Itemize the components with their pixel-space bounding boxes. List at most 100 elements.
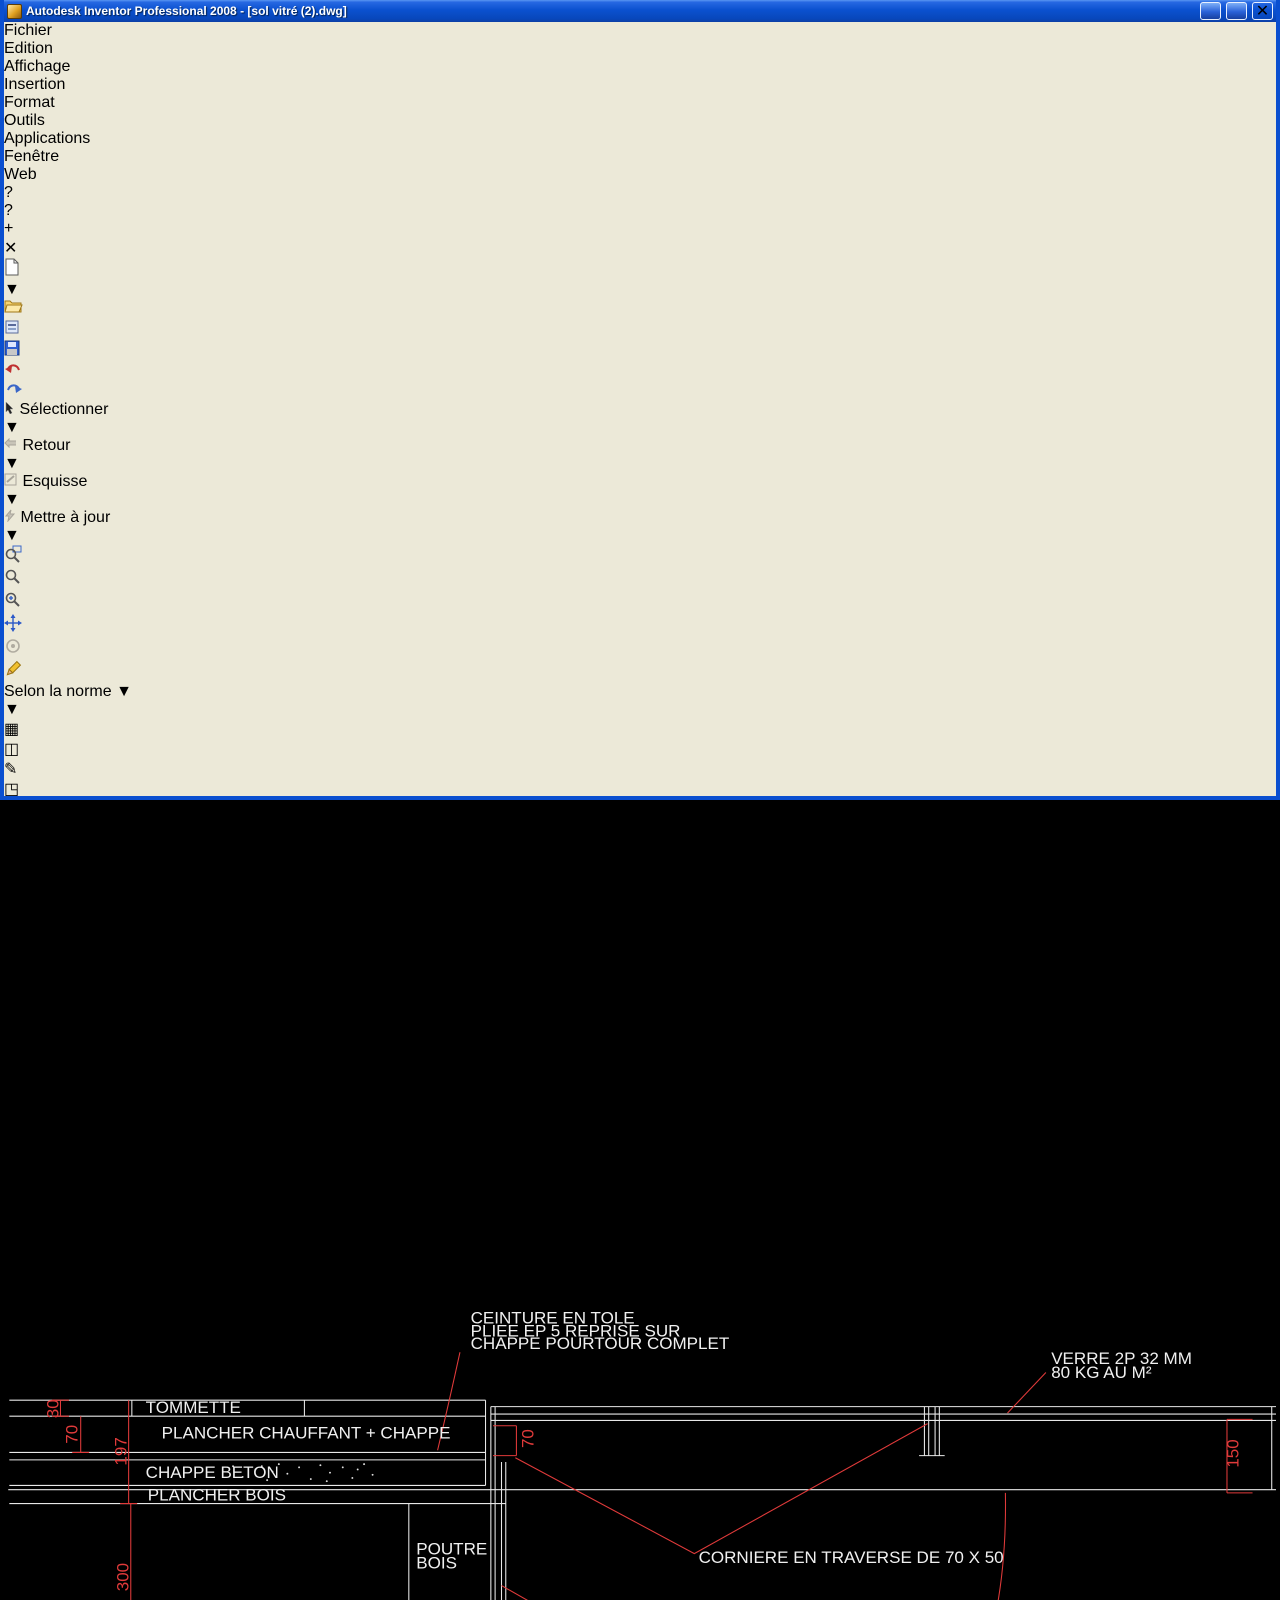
browser-help-button[interactable]: ?: [4, 997, 1276, 1015]
note-poutre-line2: BOIS: [416, 1554, 457, 1573]
title-bar: Autodesk Inventor Professional 2008 - [s…: [4, 0, 1276, 22]
note-verre-line2: 80 KG AU M²: [1051, 1363, 1152, 1382]
note-chappe-beton: CHAPPE BETON: [146, 1463, 279, 1482]
open-button[interactable]: [4, 299, 1276, 319]
drawing-canvas[interactable]: CEINTURE EN TOLE PLIEE EP 5 REPRISE SUR …: [4, 1087, 1280, 1600]
application-window: Autodesk Inventor Professional 2008 - [s…: [0, 0, 1280, 1600]
open-from-vault-button[interactable]: [4, 319, 1276, 340]
secondary-combobox-dropdown: ▼: [4, 701, 20, 718]
note-ceinture-line3: CHAPPE POURTOUR COMPLET: [471, 1334, 730, 1353]
dim-70-gauche: 70: [63, 1425, 82, 1444]
menu-insertion[interactable]: Insertion: [4, 76, 1276, 94]
update-label: Mettre à jour: [20, 509, 111, 526]
scroll-left-button[interactable]: ◄: [4, 1051, 1276, 1069]
browser-filter-button[interactable]: ▼: [4, 979, 1276, 997]
sketch-button: Esquisse: [4, 473, 1276, 491]
insert-view-icon: ◳: [4, 781, 20, 798]
flag-icon: ⚑: [4, 821, 19, 838]
dock-tool-button-10[interactable]: ▣: [4, 899, 1276, 919]
menu-fenetre[interactable]: Fenêtre: [4, 148, 1276, 166]
inventor-app-icon: [7, 3, 22, 19]
pan-button[interactable]: [4, 614, 1276, 637]
dropdown-icon: ▼: [116, 683, 132, 700]
open-folder-icon: [4, 300, 23, 313]
dropdown-icon: ▼: [4, 979, 20, 996]
note-plancher-bois: PLANCHER BOIS: [148, 1485, 286, 1504]
close-button[interactable]: ✕: [1252, 2, 1273, 20]
drawing-notes: CEINTURE EN TOLE PLIEE EP 5 REPRISE SUR …: [146, 1309, 1192, 1573]
dock-tool-button-11[interactable]: ◇: [4, 919, 1276, 939]
dock-tool-button-9[interactable]: ◉: [4, 879, 1276, 899]
menu-outils[interactable]: Outils: [4, 112, 1276, 130]
zoom-icon: [5, 569, 20, 584]
update-lightning-icon: [4, 509, 16, 523]
menu-web[interactable]: Web: [4, 166, 1276, 184]
dim-70-centre: 70: [518, 1429, 537, 1448]
return-label: Retour: [22, 437, 71, 454]
hatch-icon: ▧: [4, 861, 20, 878]
zoom-selected-button[interactable]: [4, 591, 1276, 614]
mdi-close-icon: ✕: [4, 240, 18, 257]
dim-150: 150: [1224, 1439, 1243, 1467]
scroll-right-button[interactable]: ►: [4, 1069, 1276, 1087]
dock-tool-button-4[interactable]: ◳: [4, 779, 1276, 799]
mdi-close-button[interactable]: ✕: [4, 238, 1276, 258]
zoom-button[interactable]: [4, 568, 1276, 591]
dock-tool-button-8[interactable]: ▧: [4, 859, 1276, 879]
browser-toolbar: ▼ ?: [4, 979, 1276, 1015]
appearance-button[interactable]: [4, 660, 1276, 683]
sketch-label: Esquisse: [22, 473, 88, 490]
note-corniere-traverse: CORNIERE EN TRAVERSE DE 70 X 50: [699, 1548, 1004, 1567]
browser-item-folder[interactable]: +: [4, 1033, 1276, 1051]
main-toolbar: ▼ Sélectionner ▼ Retour ▼ Esquisse ▼ Met…: [4, 258, 1276, 719]
select-tool-caret[interactable]: ▼: [4, 419, 1276, 437]
minimize-button[interactable]: [1200, 2, 1221, 20]
dock-tool-button-3[interactable]: ✎: [4, 759, 1276, 779]
dock-tool-button-6[interactable]: ⚑: [4, 819, 1276, 839]
menu-fichier[interactable]: Fichier: [4, 22, 1276, 40]
standard-combobox[interactable]: Selon la norme ▼: [4, 683, 1276, 701]
browser-document-label: sol v: [4, 1015, 37, 1032]
dock-tool-button-1[interactable]: ▦: [4, 719, 1276, 739]
browser-panel-titlebar[interactable]: ✕: [4, 959, 1276, 979]
dock-tool-button-2[interactable]: ◫: [4, 739, 1276, 759]
update-button: Mettre à jour: [4, 509, 1276, 527]
menu-aide[interactable]: ?: [4, 184, 1276, 202]
maximize-button[interactable]: [1226, 2, 1247, 20]
browser-item-document[interactable]: sol v: [4, 1015, 1276, 1033]
redo-icon: [7, 384, 22, 393]
browser-panel: ✕ ▼ ? sol v + ◄ ►: [4, 959, 1276, 1087]
new-document-caret[interactable]: ▼: [4, 281, 1276, 299]
new-document-button[interactable]: [4, 258, 1276, 281]
secondary-combobox: ▼: [4, 701, 1276, 719]
sheets-icon: ◫: [4, 741, 20, 758]
zoom-window-button[interactable]: [4, 545, 1276, 568]
standard-combobox-dropdown[interactable]: ▼: [116, 683, 132, 700]
window-title: Autodesk Inventor Professional 2008 - [s…: [26, 4, 347, 18]
expand-plus-icon[interactable]: +: [4, 1033, 13, 1050]
save-button[interactable]: [4, 340, 1276, 361]
table-icon: ▥: [4, 841, 20, 858]
symbol-icon: ◉: [4, 881, 18, 898]
dock-tool-button-5[interactable]: ◎: [4, 799, 1276, 819]
undo-icon: [5, 364, 20, 373]
menu-edition[interactable]: Edition: [4, 40, 1276, 58]
dock-tool-button-12[interactable]: ✦: [4, 939, 1276, 959]
menu-applications[interactable]: Applications: [4, 130, 1276, 148]
add-icon: +: [4, 220, 14, 237]
redo-button[interactable]: [4, 381, 1276, 401]
menu-bar: Fichier Edition Affichage Insertion Form…: [4, 22, 1276, 258]
select-tool-button[interactable]: Sélectionner: [4, 401, 1276, 419]
sketch-icon: [4, 473, 17, 486]
browser-scroll-buttons: ◄ ►: [4, 1051, 1276, 1087]
help-button[interactable]: ?: [4, 202, 1276, 220]
close-icon: ✕: [1255, 3, 1270, 20]
menu-affichage[interactable]: Affichage: [4, 58, 1276, 76]
dock-tool-button-7[interactable]: ▥: [4, 839, 1276, 859]
menu-format[interactable]: Format: [4, 94, 1276, 112]
dropdown-icon: ▼: [4, 701, 20, 718]
note-plancher-chauffant: PLANCHER CHAUFFANT + CHAPPE: [162, 1424, 451, 1443]
browser-close-button[interactable]: ✕: [4, 959, 1276, 979]
undo-button[interactable]: [4, 361, 1276, 381]
grid-icon: ▦: [4, 721, 20, 738]
